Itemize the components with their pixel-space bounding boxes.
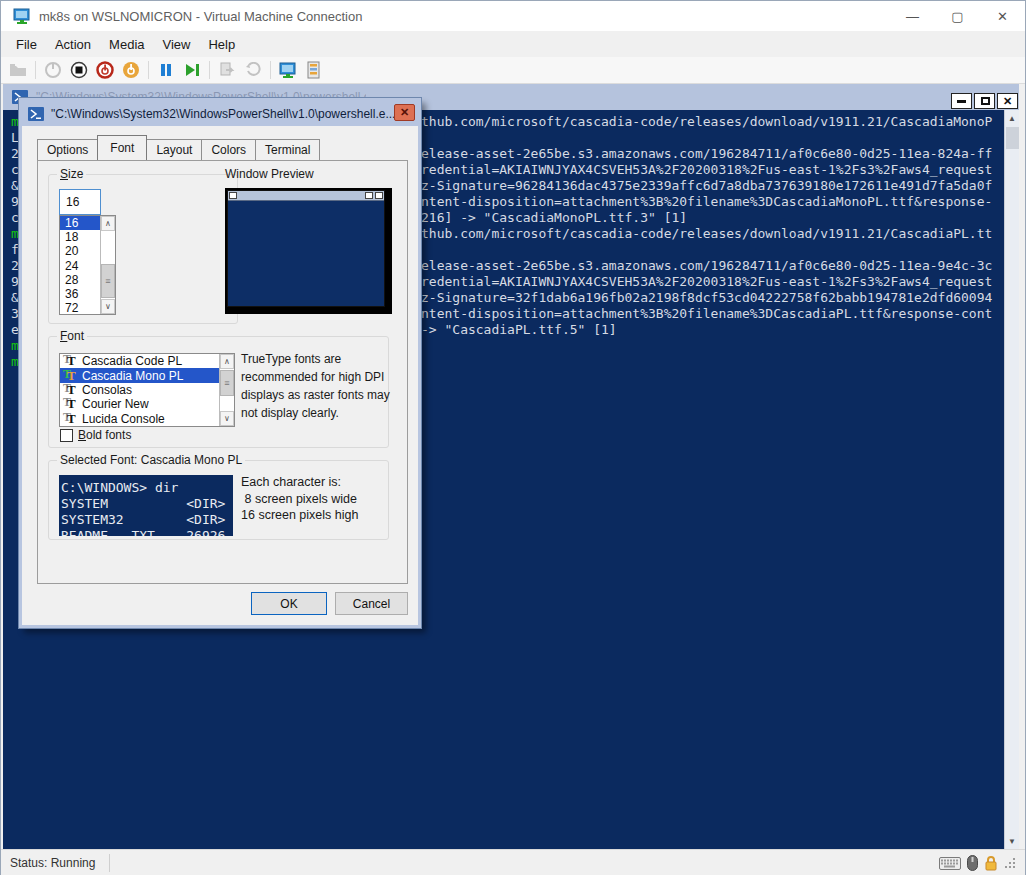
close-button[interactable]: ✕: [980, 1, 1025, 31]
bold-fonts-checkbox[interactable]: Bold fonts: [60, 428, 131, 442]
size-option[interactable]: 28: [60, 273, 100, 287]
open-settings-icon[interactable]: [5, 59, 31, 81]
scroll-up-icon[interactable]: ∧: [220, 354, 234, 369]
revert-icon[interactable]: [240, 59, 266, 81]
font-option[interactable]: TTLucida Console: [60, 412, 220, 426]
selected-font-label: Selected Font: Cascadia Mono PL: [57, 453, 245, 467]
size-option[interactable]: 20: [60, 244, 100, 258]
font-label: Font: [57, 329, 87, 343]
keyboard-icon: [939, 857, 961, 870]
font-properties-dialog: "C:\Windows\System32\WindowsPowerShell\v…: [19, 98, 421, 628]
scroll-down-icon[interactable]: ▼: [1005, 833, 1019, 849]
menubar: File Action Media View Help: [1, 31, 1025, 57]
font-option[interactable]: TTCascadia Code PL: [60, 354, 220, 368]
selected-font-group: Selected Font: Cascadia Mono PL C:\WINDO…: [48, 460, 389, 540]
menu-file[interactable]: File: [7, 31, 46, 57]
scroll-down-icon[interactable]: ∨: [101, 299, 115, 314]
size-group: Size 16 16 18 20 24 28 36 72 ∧ ≡ ∨: [48, 174, 238, 324]
window-title: mk8s on WSLNOMICRON - Virtual Machine Co…: [39, 9, 362, 24]
start-icon[interactable]: [40, 59, 66, 81]
status-text: Status: Running: [1, 856, 95, 870]
app-titlebar: mk8s on WSLNOMICRON - Virtual Machine Co…: [1, 1, 1025, 31]
size-option[interactable]: 16: [60, 216, 100, 230]
size-scrollbar[interactable]: ∧ ≡ ∨: [100, 216, 115, 314]
pause-icon[interactable]: [153, 59, 179, 81]
size-option[interactable]: 72: [60, 301, 100, 315]
truetype-icon: TT: [63, 398, 78, 410]
scrollbar-thumb[interactable]: ≡: [101, 264, 115, 298]
console-close-button[interactable]: ✕: [997, 93, 1018, 109]
enhanced-session-icon[interactable]: [275, 59, 301, 81]
truetype-icon: TT: [63, 355, 78, 367]
menu-action[interactable]: Action: [46, 31, 100, 57]
powershell-icon: [28, 107, 44, 121]
shut-down-icon[interactable]: [92, 59, 118, 81]
cancel-button[interactable]: Cancel: [335, 592, 408, 615]
tab-options[interactable]: Options: [37, 139, 98, 160]
size-label: Size: [57, 167, 86, 181]
dialog-title: "C:\Windows\System32\WindowsPowerShell\v…: [51, 107, 395, 121]
menu-media[interactable]: Media: [100, 31, 153, 57]
size-option[interactable]: 36: [60, 287, 100, 301]
font-scrollbar[interactable]: ∧ ≡ ∨: [219, 354, 234, 426]
lock-icon: [984, 855, 998, 871]
devices-icon[interactable]: [301, 59, 327, 81]
tab-colors[interactable]: Colors: [201, 139, 256, 160]
console-scrollbar[interactable]: ▲ ▼: [1004, 110, 1019, 849]
char-info: Each character is: 8 screen pixels wide …: [241, 474, 358, 524]
dialog-titlebar: "C:\Windows\System32\WindowsPowerShell\v…: [22, 101, 418, 126]
menu-help[interactable]: Help: [199, 31, 244, 57]
font-tab-page: Size 16 16 18 20 24 28 36 72 ∧ ≡ ∨: [37, 160, 408, 584]
size-option[interactable]: 18: [60, 230, 100, 244]
save-state-icon[interactable]: [118, 59, 144, 81]
resize-grip[interactable]: [1004, 857, 1017, 870]
turn-off-icon[interactable]: [66, 59, 92, 81]
truetype-note: TrueType fonts are recommended for high …: [241, 350, 399, 422]
mouse-icon: [967, 855, 978, 871]
font-preview: C:\WINDOWS> dir SYSTEM <DIR> SYSTEM32 <D…: [59, 475, 233, 536]
step-icon[interactable]: [179, 59, 205, 81]
font-option[interactable]: TTCascadia Mono PL: [60, 368, 220, 382]
vm-connection-window: mk8s on WSLNOMICRON - Virtual Machine Co…: [0, 0, 1026, 875]
console-minimize-button[interactable]: [951, 93, 972, 109]
console-maximize-button[interactable]: [974, 93, 995, 109]
tab-layout[interactable]: Layout: [146, 139, 202, 160]
dialog-content: Options Font Layout Colors Terminal Size…: [22, 126, 418, 625]
font-group: Font TTCascadia Code PL TTCascadia Mono …: [48, 336, 389, 448]
window-preview: [225, 188, 392, 314]
menu-view[interactable]: View: [154, 31, 200, 57]
tab-terminal[interactable]: Terminal: [255, 139, 320, 160]
toolbar: [1, 57, 1025, 84]
maximize-button[interactable]: ▢: [935, 1, 980, 31]
statusbar: Status: Running: [1, 849, 1025, 875]
checkpoint-icon[interactable]: [214, 59, 240, 81]
truetype-icon: TT: [63, 384, 78, 396]
font-option[interactable]: TTCourier New: [60, 397, 220, 411]
scrollbar-thumb[interactable]: [1006, 127, 1019, 149]
dialog-close-button[interactable]: ✕: [394, 104, 415, 121]
scrollbar-thumb[interactable]: ≡: [220, 370, 234, 396]
truetype-icon: TT: [63, 370, 78, 382]
scroll-down-icon[interactable]: ∨: [220, 411, 234, 426]
app-icon: [13, 7, 31, 25]
font-option[interactable]: TTConsolas: [60, 383, 220, 397]
tab-strip: Options Font Layout Colors Terminal: [37, 136, 319, 160]
truetype-icon: TT: [63, 413, 78, 425]
console-text: thub.com/microsoft/cascadia-code/release…: [421, 114, 992, 370]
scroll-up-icon[interactable]: ▲: [1005, 110, 1019, 126]
checkbox-icon[interactable]: [60, 429, 73, 442]
size-option[interactable]: 24: [60, 259, 100, 273]
console-left-column: mL2c&9cmf29&3emm: [11, 114, 19, 370]
size-listbox[interactable]: 16 18 20 24 28 36 72 ∧ ≡ ∨: [59, 215, 116, 315]
tab-font[interactable]: Font: [97, 135, 147, 160]
ok-button[interactable]: OK: [251, 592, 327, 615]
font-listbox[interactable]: TTCascadia Code PL TTCascadia Mono PL TT…: [59, 353, 235, 427]
scroll-up-icon[interactable]: ∧: [101, 216, 115, 231]
minimize-button[interactable]: —: [890, 1, 935, 31]
size-input[interactable]: 16: [59, 189, 101, 215]
window-preview-label: Window Preview: [225, 167, 314, 181]
bold-fonts-label: Bold fonts: [78, 428, 131, 442]
preview-titlebar: [228, 191, 384, 201]
